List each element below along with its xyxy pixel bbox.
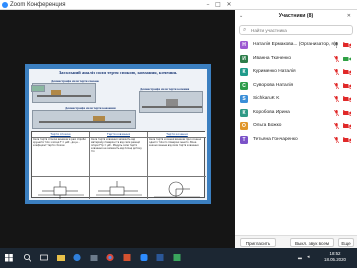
microphone-muted-icon[interactable] xyxy=(334,109,339,116)
word-icon[interactable] xyxy=(156,253,164,262)
participant-row[interactable]: О Ольга Божко xyxy=(235,120,357,133)
taskbar: ▂ ◂ 18:52 18.05.2020 xyxy=(0,248,357,268)
powerpoint-icon[interactable] xyxy=(123,253,131,262)
search-icon[interactable] xyxy=(23,253,31,262)
participant-search[interactable]: ⌕ xyxy=(239,25,353,35)
clock-date: 18.05.2020 xyxy=(324,257,346,262)
participant-row[interactable]: Н Наталія Ермакова... (Организатор, я) xyxy=(235,39,357,52)
figure-static-friction xyxy=(32,176,90,199)
friction-table: Тертя спокою Тертя ковзання Тертя коченн… xyxy=(31,131,206,199)
close-icon[interactable]: ✕ xyxy=(225,1,233,9)
table-cell-sliding: Сила тертя ковзання залежить від матеріа… xyxy=(90,137,148,176)
participants-footer: Пригласить Выкл. звук всем Еще xyxy=(235,235,357,248)
participant-name: Коробова Ирина xyxy=(253,109,290,115)
photo-dynamometer xyxy=(31,85,45,92)
participant-row[interactable]: Т Тетьяна Гончаренко xyxy=(235,134,357,147)
invite-button[interactable]: Пригласить xyxy=(240,238,276,247)
video-off-icon[interactable] xyxy=(343,96,351,102)
avatar: С xyxy=(240,81,248,90)
presentation-slide: Загальний аналіз сили тертя спокою, ковз… xyxy=(25,64,211,204)
participant-name: Иванна Ткаченко xyxy=(253,55,292,61)
figure-rolling-friction xyxy=(148,176,206,199)
avatar: К xyxy=(240,68,248,76)
zoom-icon[interactable] xyxy=(140,253,148,262)
search-icon: ⌕ xyxy=(243,26,247,33)
mute-all-button[interactable]: Выкл. звук всем xyxy=(290,238,334,247)
participant-name: Наталія Ермакова... (Организатор, я) xyxy=(253,42,336,47)
system-clock[interactable]: 18:52 18.05.2020 xyxy=(323,251,347,263)
store-icon[interactable] xyxy=(90,253,98,262)
close-icon[interactable]: ✕ xyxy=(347,13,351,19)
participant-name: SichkaruK K xyxy=(253,96,280,101)
video-icon[interactable] xyxy=(343,56,351,62)
video-off-icon[interactable] xyxy=(343,69,351,75)
participant-row[interactable]: С Суворова Наталія xyxy=(235,80,357,93)
participant-name: Курименко Наталія xyxy=(253,69,296,74)
avatar: Н xyxy=(240,41,248,49)
volume-icon[interactable]: ◂ xyxy=(307,254,310,260)
participant-row[interactable]: К Коробова Ирина xyxy=(235,107,357,120)
network-icon[interactable]: ▂ xyxy=(298,254,302,260)
figure-sliding-friction xyxy=(90,176,148,199)
shared-screen: Загальний аналіз сили тертя спокою, ковз… xyxy=(0,10,235,248)
microphone-muted-icon[interactable] xyxy=(334,123,339,129)
avatar: О xyxy=(240,122,248,130)
start-icon[interactable] xyxy=(5,253,13,262)
video-off-icon[interactable] xyxy=(343,136,351,143)
microphone-muted-icon[interactable] xyxy=(334,55,339,62)
more-button[interactable]: Еще xyxy=(338,238,354,247)
participants-panel: ⌄ Участники (8) ✕ ⌕ ННаталія Ермакова...… xyxy=(235,10,357,248)
avatar: И xyxy=(240,54,248,63)
browser-icon[interactable] xyxy=(73,253,81,262)
minimize-icon[interactable]: – xyxy=(204,1,212,9)
table-cell-rolling: Сила тертя кочення виникає при коченні о… xyxy=(148,137,206,176)
participant-row[interactable]: S SichkaruK K xyxy=(235,93,357,106)
zoom-logo-icon xyxy=(2,2,8,8)
table-cell-static: Сила тертя спокою виникає в разі спроби … xyxy=(32,137,90,176)
avatar: S xyxy=(240,95,248,103)
microphone-icon[interactable] xyxy=(334,42,339,48)
folder-icon[interactable] xyxy=(57,253,65,262)
microphone-muted-icon[interactable] xyxy=(334,82,339,89)
participants-title: Участники (8) xyxy=(278,13,314,19)
participant-row[interactable]: И Иванна Ткаченко xyxy=(235,53,357,66)
photo-sliding-friction xyxy=(32,110,136,129)
participant-row[interactable]: К Курименко Наталія xyxy=(235,66,357,79)
microphone-muted-icon[interactable] xyxy=(334,69,339,75)
window-title: Zoom Конференция xyxy=(10,2,66,8)
task-view-icon[interactable] xyxy=(40,253,48,262)
search-input[interactable] xyxy=(251,27,351,33)
participant-name: Ольга Божко xyxy=(253,123,282,128)
window-titlebar: Zoom Конференция – □ ✕ xyxy=(0,0,357,10)
microphone-muted-icon[interactable] xyxy=(334,96,339,102)
video-off-icon[interactable] xyxy=(343,42,351,48)
slide-content: Загальний аналіз сили тертя спокою, ковз… xyxy=(29,69,207,200)
slide-title: Загальний аналіз сили тертя спокою, ковз… xyxy=(58,70,178,75)
maximize-icon[interactable]: □ xyxy=(214,1,222,9)
avatar: Т xyxy=(240,135,248,144)
video-off-icon[interactable] xyxy=(343,82,351,89)
photo-rolling-friction xyxy=(139,91,203,113)
app-icon[interactable] xyxy=(173,253,181,262)
video-off-icon[interactable] xyxy=(343,109,351,116)
chrome-icon[interactable] xyxy=(106,253,114,262)
avatar: К xyxy=(240,108,248,117)
microphone-muted-icon[interactable] xyxy=(334,136,339,143)
participant-name: Тетьяна Гончаренко xyxy=(253,136,298,142)
video-off-icon[interactable] xyxy=(343,123,351,129)
participant-name: Суворова Наталія xyxy=(253,82,294,88)
